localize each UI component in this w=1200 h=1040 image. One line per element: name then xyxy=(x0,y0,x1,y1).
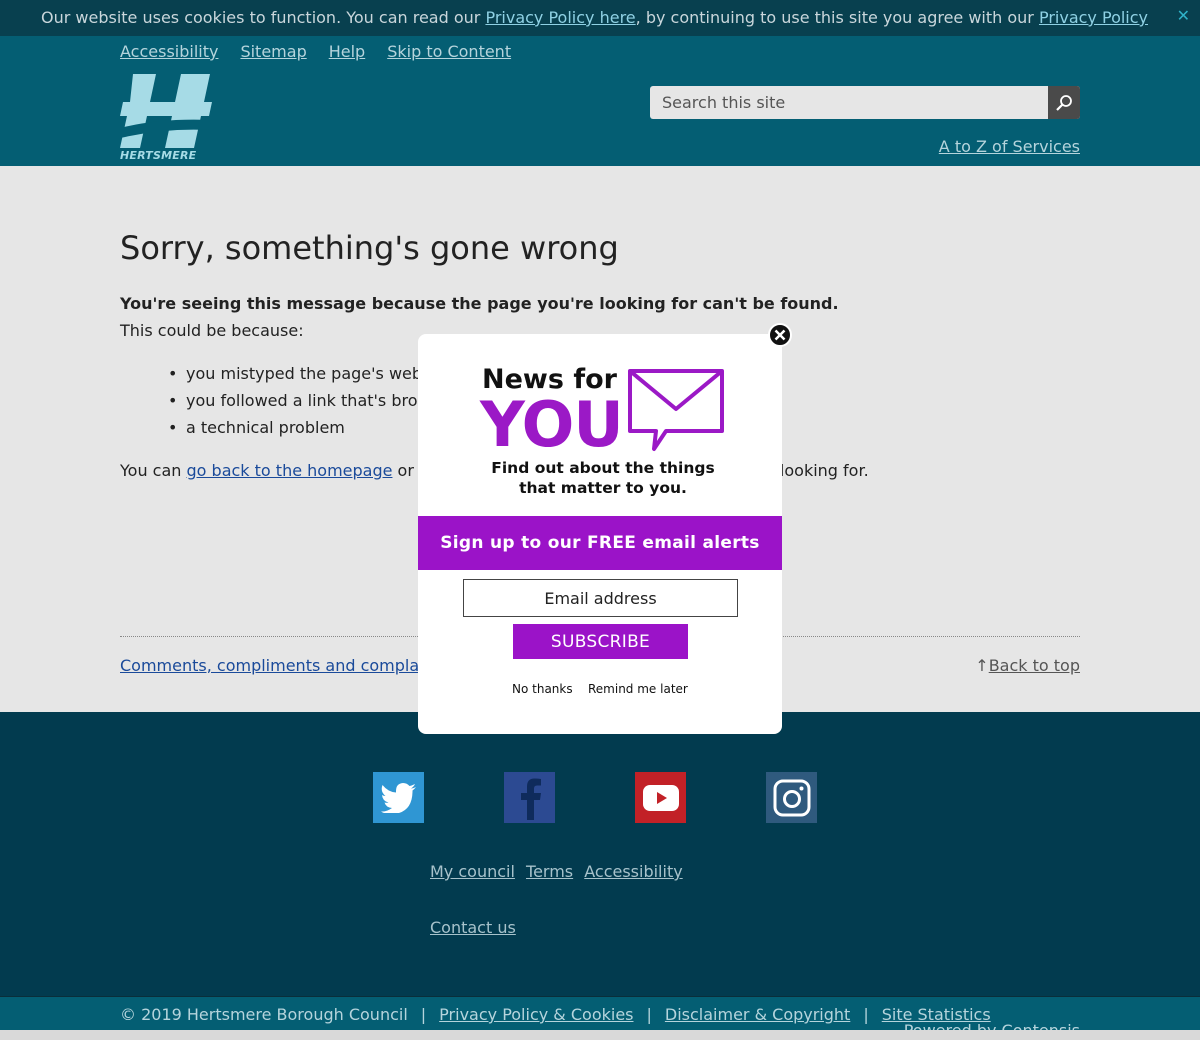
skip-to-content-link[interactable]: Skip to Content xyxy=(387,42,511,61)
accessibility-links: Accessibility Sitemap Help Skip to Content xyxy=(120,42,533,61)
disclaimer-copyright-link[interactable]: Disclaimer & Copyright xyxy=(665,1005,850,1024)
list-item: a technical problem xyxy=(168,418,422,445)
newsletter-modal: News for YOU Find out about the things t… xyxy=(418,323,792,734)
arrow-up-icon: ↑ xyxy=(975,656,989,675)
legal-links: © 2019 Hertsmere Borough Council | Privacy… xyxy=(120,1005,991,1024)
cookie-banner: Our website uses cookies to function. Yo… xyxy=(0,0,1200,36)
back-middle: or xyxy=(392,461,414,480)
sitemap-link[interactable]: Sitemap xyxy=(240,42,306,61)
no-thanks-link[interactable]: No thanks xyxy=(512,682,573,696)
error-reasons: you mistyped the page's web you followed… xyxy=(168,364,422,445)
help-link[interactable]: Help xyxy=(329,42,365,61)
instagram-link[interactable] xyxy=(766,772,817,823)
twitter-icon xyxy=(380,782,416,813)
terms-link[interactable]: Terms xyxy=(526,862,573,881)
logo-mark-icon xyxy=(120,74,212,148)
facebook-link[interactable] xyxy=(504,772,555,823)
you-heading: YOU xyxy=(480,388,624,461)
cookie-text-before: Our website uses cookies to function. Yo… xyxy=(41,8,486,27)
cookie-text-middle: , by continuing to use this site you agr… xyxy=(635,8,1039,27)
instagram-icon xyxy=(773,779,810,816)
search-button[interactable] xyxy=(1048,86,1080,119)
separator: | xyxy=(420,1005,427,1024)
separator: | xyxy=(646,1005,652,1024)
site-footer: My council Terms Accessibility Contact u… xyxy=(0,712,1200,996)
search-box xyxy=(650,86,1080,119)
comments-complaints-link[interactable]: Comments, compliments and complaints xyxy=(120,656,418,675)
modal-close-button[interactable] xyxy=(768,323,792,347)
twitter-link[interactable] xyxy=(373,772,424,823)
cookie-privacy-policy-link[interactable]: Privacy Policy xyxy=(1039,8,1148,27)
back-to-top-link[interactable]: Back to top xyxy=(989,656,1080,675)
legal-bar: © 2019 Hertsmere Borough Council | Privacy… xyxy=(0,996,1200,1040)
search-icon xyxy=(1056,94,1072,111)
site-header: Accessibility Sitemap Help Skip to Content … xyxy=(0,36,1200,166)
logo-text: HERTSMERE xyxy=(120,149,197,162)
tagline-line-2: that matter to you. xyxy=(519,479,687,497)
youtube-link[interactable] xyxy=(635,772,686,823)
page-bottom-strip xyxy=(0,1030,1200,1040)
footer-accessibility-link[interactable]: Accessibility xyxy=(584,862,682,881)
contact-us-link[interactable]: Contact us xyxy=(430,918,516,937)
page-title: Sorry, something's gone wrong xyxy=(120,229,619,267)
copyright: © 2019 Hertsmere Borough Council xyxy=(120,1005,408,1024)
cookie-privacy-link[interactable]: Privacy Policy here xyxy=(485,8,635,27)
accessibility-link[interactable]: Accessibility xyxy=(120,42,218,61)
envelope-icon xyxy=(628,369,724,451)
back-home-text: You can go back to the homepage or e loo… xyxy=(120,461,869,480)
footer-links-row-1: My council Terms Accessibility xyxy=(430,862,689,881)
error-intro: This could be because: xyxy=(120,321,304,340)
modal-tagline: Find out about the things that matter to… xyxy=(418,458,788,498)
signup-banner: Sign up to our FREE email alerts xyxy=(418,516,782,570)
tagline-line-1: Find out about the things xyxy=(491,459,715,477)
error-lead: You're seeing this message because the p… xyxy=(120,294,839,313)
homepage-link[interactable]: go back to the homepage xyxy=(187,461,393,480)
footer-links-row-2: Contact us xyxy=(430,918,522,937)
close-icon[interactable]: ✕ xyxy=(1177,6,1190,25)
site-logo[interactable]: HERTSMERE xyxy=(120,74,212,162)
subscribe-button[interactable]: SUBSCRIBE xyxy=(513,624,688,659)
list-item: you followed a link that's bro xyxy=(168,391,422,418)
separator: | xyxy=(863,1005,869,1024)
back-to-top: ↑Back to top xyxy=(975,656,1080,675)
list-item: you mistyped the page's web xyxy=(168,364,422,391)
close-icon xyxy=(768,323,792,347)
my-council-link[interactable]: My council xyxy=(430,862,515,881)
a-to-z-services-link[interactable]: A to Z of Services xyxy=(939,137,1080,156)
email-field[interactable] xyxy=(463,579,738,617)
search-input[interactable] xyxy=(650,86,1047,119)
back-prefix: You can xyxy=(120,461,187,480)
privacy-cookies-link[interactable]: Privacy Policy & Cookies xyxy=(439,1005,633,1024)
cookie-message: Our website uses cookies to function. Yo… xyxy=(41,8,1148,27)
remind-later-link[interactable]: Remind me later xyxy=(588,682,688,696)
facebook-icon xyxy=(520,778,541,820)
youtube-icon xyxy=(642,784,679,811)
